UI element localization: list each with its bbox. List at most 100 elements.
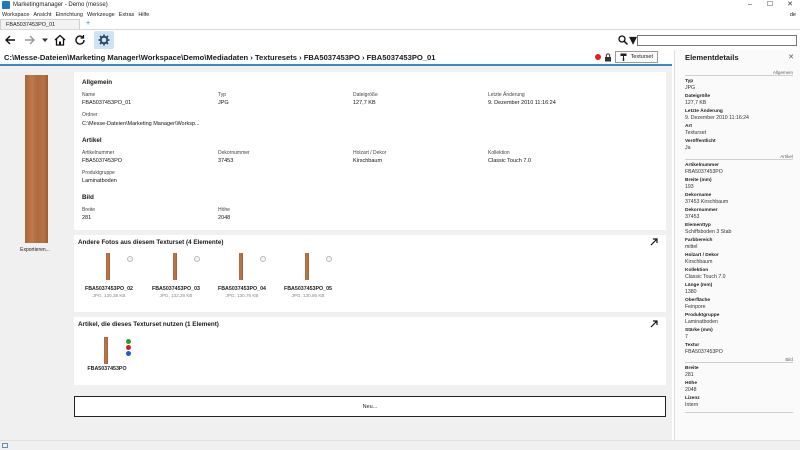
- detail-label: Dateigröße: [685, 94, 711, 99]
- photo-name: FBA5037453PO_02: [85, 286, 133, 292]
- value-ordner[interactable]: C:\Messe-Dateien\Marketing Manager\Works…: [82, 121, 200, 127]
- photo-thumb-image: [305, 253, 309, 280]
- maximize-button[interactable]: ☐: [760, 0, 780, 10]
- menu-ansicht[interactable]: Ansicht: [33, 12, 51, 18]
- tab-active-document[interactable]: FBA5037453PO_01: [0, 19, 80, 29]
- value-produktgruppe: Laminatboden: [82, 178, 117, 184]
- details-section-bild: Bild: [685, 357, 793, 363]
- photo-select-radio[interactable]: [326, 256, 332, 262]
- photo-meta: JPG, 130,76 KB: [225, 293, 259, 298]
- lock-icon[interactable]: [604, 52, 612, 62]
- detail-label: Produktgruppe: [685, 313, 720, 318]
- article-name: FBA5037453PO: [87, 366, 127, 372]
- detail-label: Farbbereich: [685, 238, 713, 243]
- details-close-button[interactable]: ✕: [788, 53, 794, 61]
- detail-label: Länge (mm): [685, 283, 713, 288]
- forward-button[interactable]: [20, 31, 40, 49]
- expand-arrow-icon[interactable]: [650, 238, 658, 246]
- photo-name: FBA5037453PO_05: [284, 286, 332, 292]
- value-artikelnummer: FBA5037453PO: [82, 158, 123, 164]
- menu-einrichtung[interactable]: Einrichtung: [55, 12, 83, 18]
- details-title: Elementdetails: [685, 53, 739, 62]
- home-button[interactable]: [50, 31, 70, 49]
- photo-name: FBA5037453PO_03: [152, 286, 200, 292]
- breadcrumb-bar: C:\Messe-Dateien\Marketing Manager\Works…: [0, 50, 672, 66]
- add-tab-button[interactable]: +: [83, 19, 93, 29]
- status-flag-green-icon: [126, 339, 131, 344]
- texturset-button-label: Texturset: [630, 54, 653, 60]
- detail-label: Elementtyp: [685, 223, 711, 228]
- status-flag-red-icon: [126, 345, 131, 350]
- new-button[interactable]: Neu...: [74, 396, 666, 417]
- photo-thumb-image: [173, 253, 177, 280]
- detail-value: FBA5037453PO: [685, 169, 723, 175]
- search-button[interactable]: [617, 31, 629, 49]
- value-kollektion: Classic Touch 7.0: [488, 158, 532, 164]
- search-input[interactable]: [637, 34, 797, 46]
- label-letzte-aenderung: Letzte Änderung: [488, 92, 525, 98]
- texture-preview-image[interactable]: [25, 75, 48, 243]
- other-photos-card: Andere Fotos aus diesem Texturset (4 Ele…: [74, 235, 666, 312]
- minimize-button[interactable]: –: [740, 0, 760, 10]
- detail-label: Dekornummer: [685, 208, 718, 213]
- texturset-button[interactable]: Texturset: [614, 51, 658, 63]
- search-icon: [618, 35, 628, 45]
- detail-value: 193: [685, 184, 694, 190]
- breadcrumb[interactable]: C:\Messe-Dateien\Marketing Manager\Works…: [0, 53, 595, 62]
- menu-workspace[interactable]: Workspace: [2, 12, 29, 18]
- close-window-button[interactable]: ✕: [780, 0, 800, 10]
- details-divider: [685, 412, 793, 413]
- detail-label: Lizenz: [685, 396, 700, 401]
- detail-value: Intern: [685, 402, 699, 408]
- label-name: Name: [82, 92, 96, 98]
- detail-label: Typ: [685, 79, 694, 84]
- detail-label: Textur: [685, 343, 700, 348]
- refresh-button[interactable]: [70, 31, 90, 49]
- status-flag-blue-icon: [126, 351, 131, 356]
- menu-hilfe[interactable]: Hilfe: [138, 12, 149, 18]
- section-title-artikel: Artikel: [82, 137, 102, 144]
- detail-label: Art: [685, 124, 692, 129]
- history-dropdown[interactable]: [40, 31, 50, 49]
- label-produktgruppe: Produktgruppe: [82, 170, 115, 176]
- value-dateigroesse: 127,7 KB: [353, 100, 376, 106]
- status-bar: [0, 440, 800, 450]
- value-hoehe: 2048: [218, 215, 231, 221]
- menu-bar: Workspace Ansicht Einrichtung Werkzeuge …: [0, 10, 800, 19]
- photo-select-radio[interactable]: [127, 256, 133, 262]
- search-dropdown[interactable]: ▾: [629, 31, 637, 49]
- detail-value: Laminatboden: [685, 319, 718, 325]
- photo-meta: JPG, 130,86 KB: [291, 293, 325, 298]
- export-button[interactable]: Exportieren...: [0, 247, 70, 253]
- app-logo-icon: [2, 1, 10, 9]
- navigation-toolbar: ▾: [0, 30, 800, 50]
- element-details-panel: Elementdetails ✕ Allgemein Typ JPG Datei…: [674, 50, 800, 440]
- article-thumb-image: [104, 337, 108, 364]
- refresh-icon: [75, 35, 85, 45]
- details-section-artikel: Artikel: [685, 154, 793, 160]
- preview-panel: Exportieren...: [0, 66, 70, 440]
- back-button[interactable]: [0, 31, 20, 49]
- menu-extras[interactable]: Extras: [119, 12, 135, 18]
- expand-arrow-icon[interactable]: [650, 320, 658, 328]
- language-selector[interactable]: de: [790, 12, 796, 18]
- menu-werkzeuge[interactable]: Werkzeuge: [87, 12, 115, 18]
- value-breite: 281: [82, 215, 92, 221]
- settings-button[interactable]: [94, 31, 114, 49]
- other-photos-title: Andere Fotos aus diesem Texturset (4 Ele…: [78, 239, 224, 246]
- arrow-left-icon: [5, 35, 15, 45]
- detail-value: Classic Touch 7.0: [685, 274, 726, 280]
- label-artikelnummer: Artikelnummer: [82, 150, 115, 156]
- label-dekornummer: Dekornummer: [218, 150, 250, 156]
- detail-value: Feinpore: [685, 304, 706, 310]
- value-dekornummer: 37453: [218, 158, 234, 164]
- panel-toggle-icon[interactable]: [2, 443, 8, 448]
- tab-bar: FBA5037453PO_01 +: [0, 19, 800, 30]
- photo-select-radio[interactable]: [260, 256, 266, 262]
- photo-select-radio[interactable]: [194, 256, 200, 262]
- section-title-allgemein: Allgemein: [82, 79, 113, 86]
- arrow-right-icon: [25, 35, 35, 45]
- label-hoehe: Höhe: [218, 207, 230, 213]
- details-section-allgemein: Allgemein: [685, 70, 793, 76]
- detail-value: JPG: [685, 85, 696, 91]
